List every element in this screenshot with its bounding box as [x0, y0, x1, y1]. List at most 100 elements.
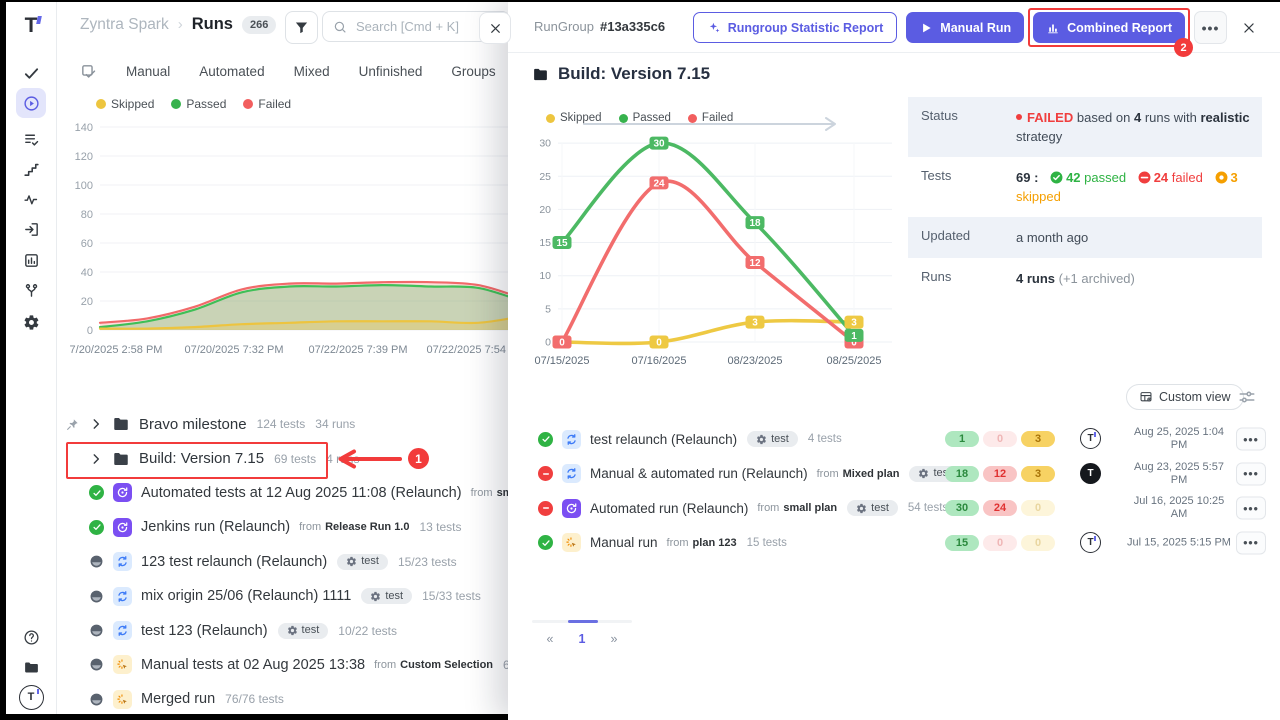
svg-text:3: 3: [851, 318, 857, 329]
search-input[interactable]: [354, 18, 499, 35]
svg-text:0: 0: [545, 337, 551, 349]
tests-label: Tests: [908, 157, 1016, 217]
sidebar-item-checklist[interactable]: [16, 124, 46, 154]
runs-icon: [23, 95, 40, 112]
custom-view-label: Custom view: [1159, 390, 1231, 404]
rungroup-run-row[interactable]: Manual & automated run (Relaunch)fromMix…: [508, 457, 1280, 492]
search-clear-button[interactable]: [479, 12, 511, 44]
annotation-step-2: 2: [1174, 38, 1193, 57]
filter-button[interactable]: [285, 11, 318, 44]
runtype-mixed-icon: [113, 621, 132, 640]
tests-sep: :: [1034, 170, 1038, 185]
tag-pill: test: [747, 431, 798, 447]
run-title[interactable]: Automated tests at 12 Aug 2025 11:08 (Re…: [141, 485, 462, 501]
combined-report-button[interactable]: Combined Report: [1033, 12, 1185, 43]
sliders-icon[interactable]: [1238, 388, 1256, 406]
badge-red: 24: [983, 500, 1017, 516]
tests-passed-w: passed: [1084, 170, 1126, 185]
folder-icon: [112, 415, 130, 433]
runtype-manual-icon: [113, 690, 132, 709]
breadcrumb-project[interactable]: Zyntra Spark: [80, 16, 169, 34]
rungroup-statistic-report-button[interactable]: Rungroup Statistic Report: [693, 12, 898, 43]
run-title[interactable]: Manual run: [590, 535, 658, 550]
tag-label: test: [871, 503, 889, 514]
tab-unfinished[interactable]: Unfinished: [359, 64, 423, 79]
custom-view-button[interactable]: Custom view: [1126, 384, 1244, 410]
svg-text:24: 24: [653, 178, 665, 189]
combined-report-wrap: Combined Report 2: [1033, 12, 1185, 43]
run-title[interactable]: Merged run: [141, 691, 215, 707]
row-meta: 15/23 tests: [398, 555, 457, 569]
gear-icon: [918, 468, 929, 479]
close-icon: [1242, 21, 1256, 35]
chevron-right-icon[interactable]: [89, 452, 103, 466]
folder-title[interactable]: Bravo milestone: [139, 416, 247, 433]
sidebar-item-settings[interactable]: [16, 307, 46, 337]
sidebar-item-runs[interactable]: [16, 88, 46, 118]
row-meta: 4 tests: [808, 433, 842, 445]
rungroup-run-row[interactable]: Manual runfromplan 12315 tests1500TJul 1…: [508, 526, 1280, 561]
badge-red: 12: [983, 466, 1017, 482]
pagination-next[interactable]: »: [606, 632, 622, 646]
runtype-automated-icon: [113, 518, 132, 537]
row-meta: 10/22 tests: [338, 624, 397, 638]
sidebar-item-pulse[interactable]: [16, 184, 46, 214]
sidebar-item-projects[interactable]: [16, 652, 46, 682]
rungroup-run-row[interactable]: test relaunch (Relaunch)test4 tests103TA…: [508, 422, 1280, 457]
select-all-icon[interactable]: [80, 63, 97, 80]
status-passed-icon: [538, 535, 553, 550]
status-failed-icon: [538, 501, 553, 516]
badge-yellow: 3: [1021, 466, 1055, 482]
run-title[interactable]: test 123 (Relaunch): [141, 623, 268, 639]
scrollbar-thumb[interactable]: [568, 620, 598, 623]
app-logo[interactable]: T: [16, 10, 46, 40]
failed-circle-icon: [1138, 171, 1151, 184]
status-t1: based on: [1077, 110, 1131, 125]
tab-mixed[interactable]: Mixed: [294, 64, 330, 79]
tag-pill: test: [847, 500, 898, 516]
svg-text:18: 18: [749, 218, 761, 229]
tab-groups[interactable]: Groups: [451, 64, 495, 79]
run-title[interactable]: Manual & automated run (Relaunch): [590, 466, 808, 481]
run-title[interactable]: test relaunch (Relaunch): [590, 432, 737, 447]
sidebar-item-import[interactable]: [16, 214, 46, 244]
runtype-manual-icon: [113, 655, 132, 674]
sidebar-item-help[interactable]: [16, 622, 46, 652]
status-neutral-icon: [89, 657, 104, 672]
row-more-button[interactable]: •••: [1236, 497, 1266, 520]
row-more-button[interactable]: •••: [1236, 462, 1266, 485]
pagination-prev[interactable]: «: [542, 632, 558, 646]
sidebar-item-tasks[interactable]: [16, 58, 46, 88]
from-plan: Mixed plan: [843, 468, 900, 480]
drawer-more-button[interactable]: •••: [1194, 11, 1227, 44]
badge-red-muted: 0: [983, 431, 1017, 447]
run-title[interactable]: Jenkins run (Relaunch): [141, 519, 290, 535]
sidebar-item-milestones[interactable]: [16, 154, 46, 184]
row-more-button[interactable]: •••: [1236, 531, 1266, 554]
result-badges: 30240: [945, 500, 1055, 516]
profile-avatar[interactable]: T: [16, 682, 46, 712]
pagination-page-1[interactable]: 1: [574, 632, 590, 646]
tab-automated[interactable]: Automated: [199, 64, 264, 79]
run-title[interactable]: Automated run (Relaunch): [590, 501, 748, 516]
tag-label: test: [302, 625, 320, 636]
run-title[interactable]: mix origin 25/06 (Relaunch) 1111: [141, 588, 351, 604]
rungroup-word: RunGroup: [534, 19, 594, 34]
horizontal-scrollbar[interactable]: [532, 620, 632, 623]
row-more-button[interactable]: •••: [1236, 428, 1266, 451]
svg-text:60: 60: [81, 238, 93, 250]
status-strategy: realistic: [1201, 110, 1250, 125]
run-title[interactable]: 123 test relaunch (Relaunch): [141, 554, 327, 570]
folder-title[interactable]: Build: Version 7.15: [139, 450, 264, 467]
manual-run-button[interactable]: Manual Run: [906, 12, 1024, 43]
svg-text:20: 20: [539, 204, 551, 216]
updated-value: a month ago: [1016, 217, 1262, 258]
chevron-right-icon[interactable]: [89, 417, 103, 431]
drawer-title-text: Build: Version 7.15: [558, 64, 710, 84]
run-title[interactable]: Manual tests at 02 Aug 2025 13:38: [141, 657, 365, 673]
sidebar-item-analytics[interactable]: [16, 245, 46, 275]
drawer-close-button[interactable]: [1236, 12, 1262, 43]
tab-manual[interactable]: Manual: [126, 64, 170, 79]
sidebar-item-branches[interactable]: [16, 275, 46, 305]
rungroup-run-row[interactable]: Automated run (Relaunch)fromsmall plante…: [508, 491, 1280, 526]
